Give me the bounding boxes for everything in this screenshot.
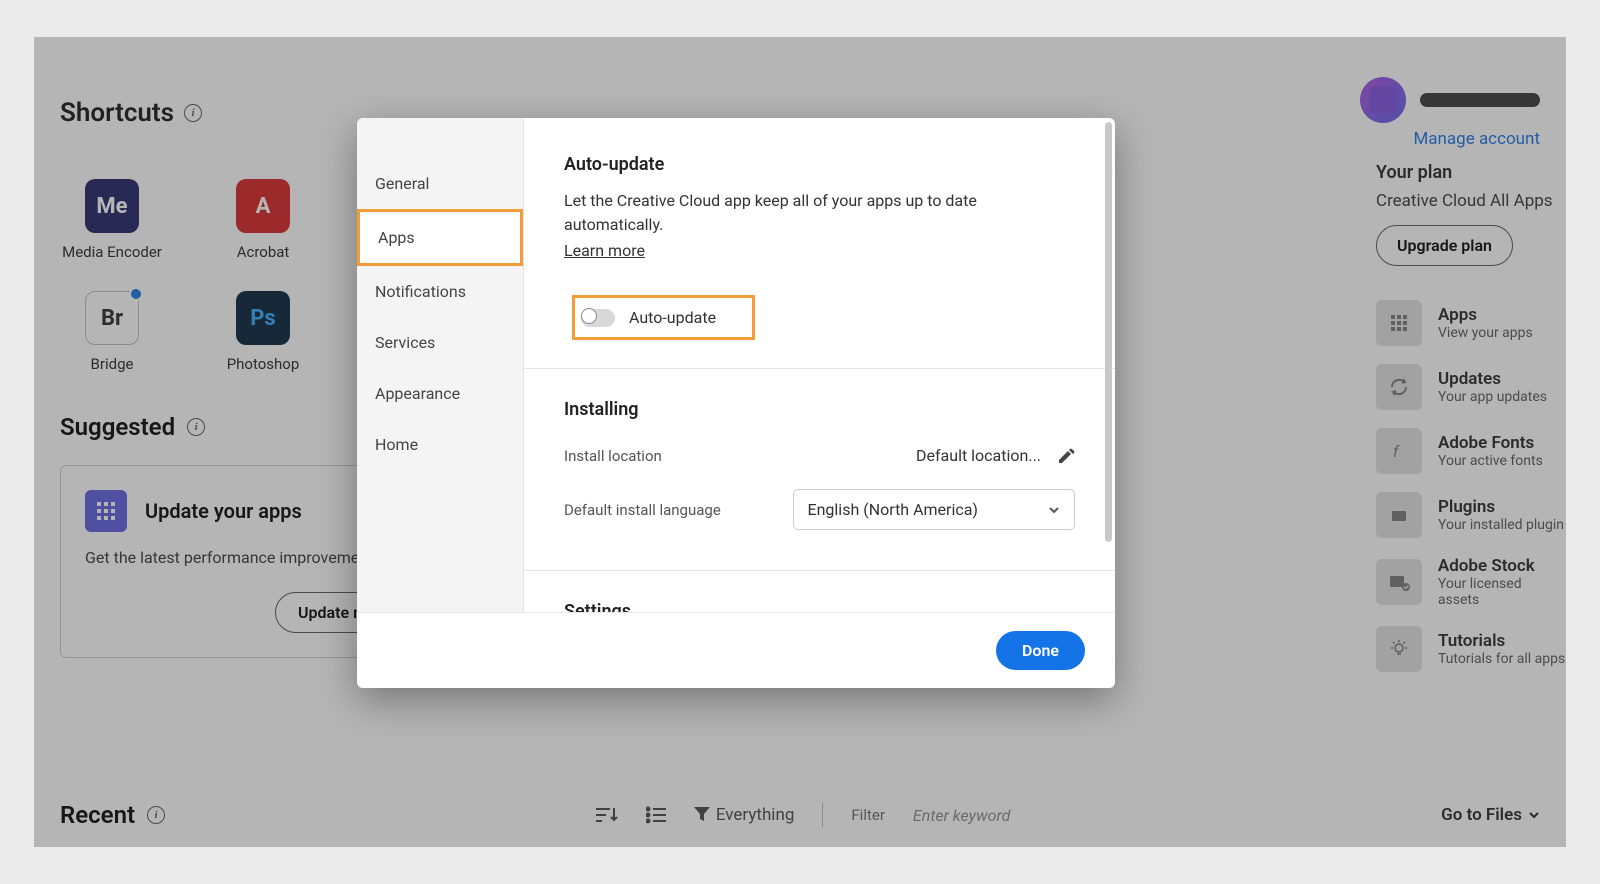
autoupdate-desc: Let the Creative Cloud app keep all of y… [564, 189, 1075, 263]
settings-heading: Settings [564, 601, 1075, 612]
prefs-tab-services[interactable]: Services [357, 317, 523, 368]
installing-heading: Installing [564, 399, 1075, 420]
scrollbar[interactable] [1105, 122, 1112, 542]
autoupdate-heading: Auto-update [564, 154, 1075, 175]
install-location-value: Default location... [916, 446, 1041, 465]
autoupdate-toggle-label: Auto-update [629, 308, 716, 327]
edit-icon[interactable] [1057, 447, 1075, 465]
prefs-tab-notifications[interactable]: Notifications [357, 266, 523, 317]
install-location-label: Install location [564, 447, 662, 465]
autoupdate-toggle-highlight: Auto-update [572, 295, 755, 340]
learn-more-link[interactable]: Learn more [564, 239, 645, 263]
prefs-tab-appearance[interactable]: Appearance [357, 368, 523, 419]
prefs-tab-general[interactable]: General [357, 158, 523, 209]
done-button[interactable]: Done [996, 631, 1085, 670]
install-language-dropdown[interactable]: English (North America) [793, 489, 1076, 530]
prefs-tab-home[interactable]: Home [357, 419, 523, 470]
prefs-tab-apps[interactable]: Apps [357, 209, 523, 266]
autoupdate-toggle[interactable] [581, 309, 615, 327]
chevron-down-icon [1048, 504, 1060, 516]
install-language-label: Default install language [564, 501, 721, 519]
preferences-dialog: GeneralAppsNotificationsServicesAppearan… [357, 118, 1115, 688]
